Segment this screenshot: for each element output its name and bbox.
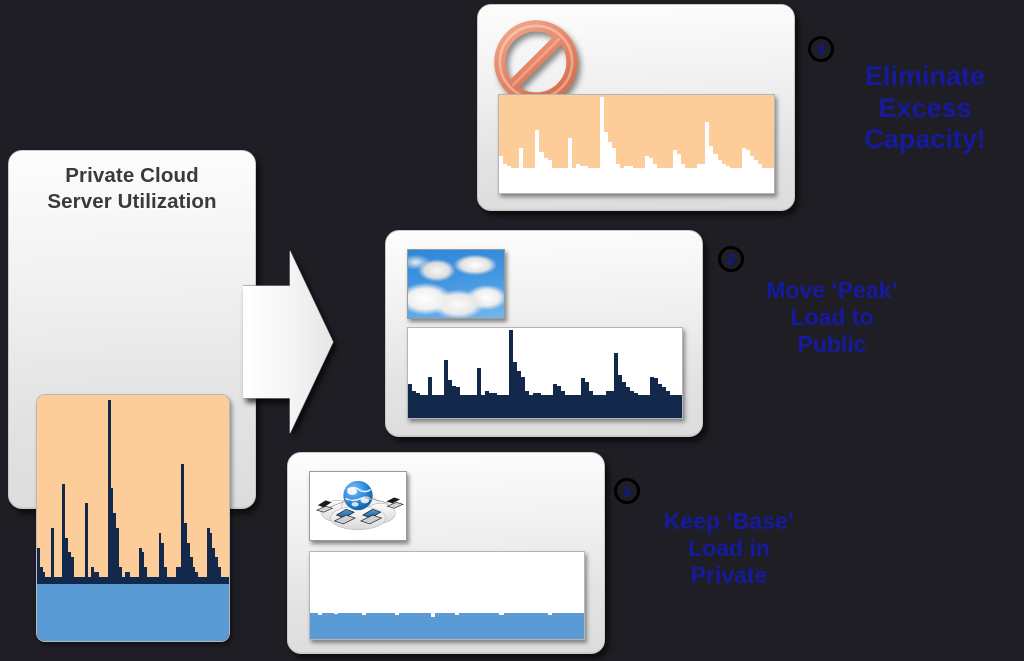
callout-step-1: 1 Keep ‘Base’ Load in Private	[614, 478, 824, 608]
step-badge-2: 2	[718, 246, 744, 272]
base-load-chart	[309, 551, 585, 640]
step-badge-1: 1	[614, 478, 640, 504]
no-entry-icon	[494, 20, 578, 104]
sky-clouds-image	[407, 249, 505, 319]
keep-base-load-panel	[287, 452, 605, 654]
chart-bars	[310, 552, 584, 639]
page-title: Private Cloud Server Utilization	[9, 163, 255, 215]
callout-step-2: 2 Move ‘Peak’ Load to Public	[718, 246, 928, 376]
chart-area	[408, 328, 682, 418]
sky-clouds-graphic	[408, 250, 504, 318]
private-cloud-panel: Private Cloud Server Utilization	[8, 150, 256, 642]
cloud-network-globe-image	[309, 471, 407, 541]
callout-step-3: 3 Eliminate Excess Capacity!	[806, 33, 1016, 168]
private-cloud-utilization-chart	[36, 394, 230, 642]
step-badge-3: 3	[808, 36, 834, 62]
chart-area	[499, 95, 774, 193]
peak-load-chart	[407, 327, 683, 419]
step-label-1: Keep ‘Base’ Load in Private	[663, 508, 795, 588]
chart-area	[37, 395, 229, 641]
diagram-canvas: Private Cloud Server Utilization 3 Elimi…	[0, 0, 1024, 661]
eliminate-excess-capacity-panel	[477, 4, 795, 211]
chart-area	[310, 552, 584, 639]
excess-capacity-chart	[498, 94, 775, 194]
panel-title-line-1: Private Cloud	[65, 164, 199, 187]
step-label-3: Eliminate Excess Capacity!	[864, 61, 986, 155]
transform-arrow	[243, 250, 334, 434]
chart-bars	[408, 328, 682, 418]
step-label-2: Move ‘Peak’ Load to Public	[766, 277, 898, 357]
move-peak-load-panel	[385, 230, 703, 437]
chart-bars	[499, 95, 774, 193]
panel-title-line-2: Server Utilization	[47, 190, 217, 213]
base-load-band-overlay	[37, 584, 229, 641]
cloud-network-globe-graphic	[310, 472, 406, 540]
